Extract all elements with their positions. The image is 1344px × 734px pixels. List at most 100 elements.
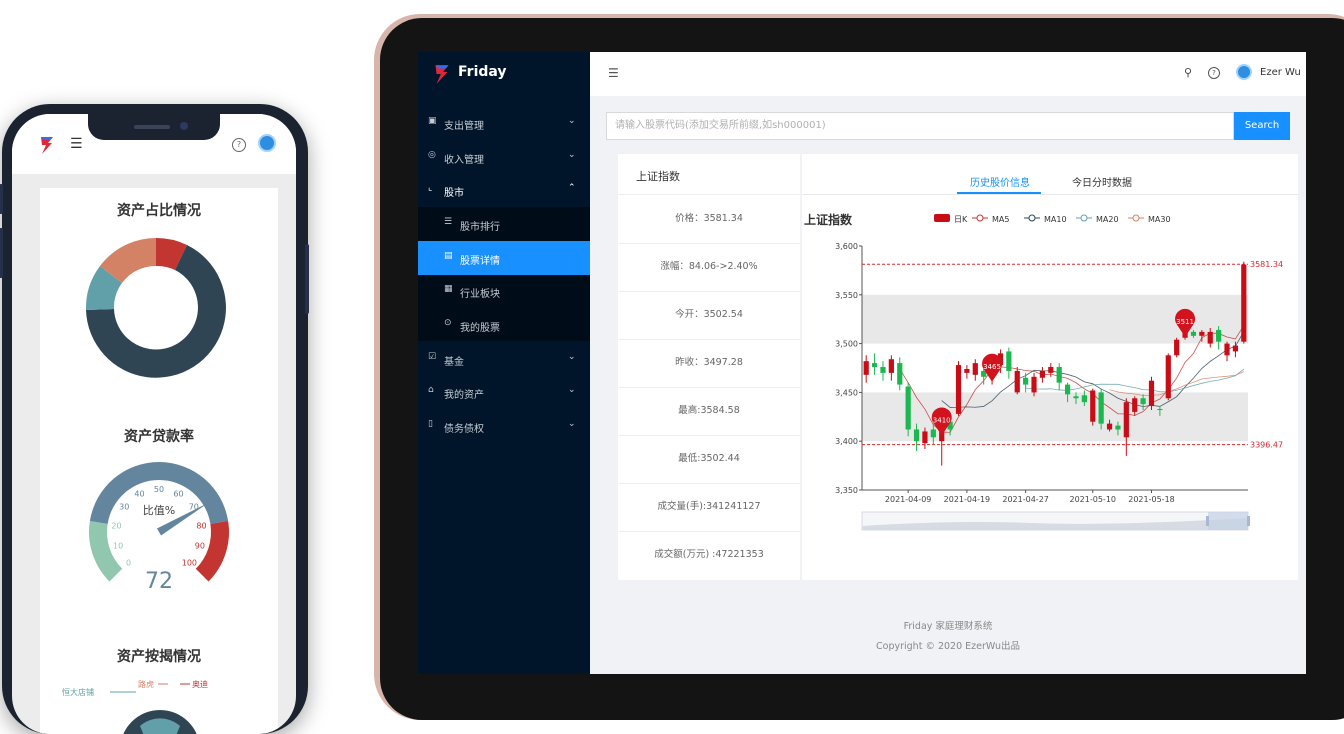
mortgage-label: 奥迪 [192, 679, 208, 689]
chevron-down-icon: ⌄ [568, 150, 576, 160]
sidebar-item-label: 支出管理 [444, 121, 484, 132]
candle-body [1123, 402, 1129, 438]
brand-name: Friday [458, 64, 507, 80]
loan-ratio-title: 资产贷款率 [124, 429, 194, 445]
sidebar-item-income[interactable]: ◎ 收入管理 ⌄ [418, 140, 590, 174]
profile-icon: ▤ [444, 251, 453, 261]
sidebar-item-stock-ranking[interactable]: ☰ 股市排行 [418, 207, 590, 241]
user-name[interactable]: Ezer Wu [1260, 67, 1301, 78]
stock-name: 上证指数 [636, 170, 680, 183]
candle-body [1081, 395, 1087, 403]
candle-body [1098, 392, 1104, 424]
phone-dashboard-card: 资产占比情况 资产贷款率 0 10 20 30 40 50 60 70 80 90 100 比值% 72… [40, 188, 278, 734]
phone-side-button [0, 228, 3, 278]
candle-body [1056, 367, 1062, 383]
chart-panel: 历史股价信息 今日分时数据 上证指数 日K MA5 MA10 MA20 MA30 3,350… [802, 154, 1298, 580]
mortgage-title: 资产按揭情况 [117, 649, 201, 665]
help-icon[interactable]: ? [232, 138, 246, 152]
candle-body [1140, 398, 1146, 405]
stock-info-header: 上证指数 [618, 154, 800, 195]
gauge-label: 比值% [143, 504, 175, 517]
kline-chart: 上证指数 日K MA5 MA10 MA20 MA30 3,350 3,400 3,450 3,50… [804, 212, 1283, 531]
candle-body [1157, 408, 1163, 410]
candle-body [1106, 423, 1113, 430]
sidebar-item-expenses[interactable]: ▣ 支出管理 ⌄ [418, 106, 590, 140]
candle-body [1006, 351, 1012, 371]
chevron-down-icon: ⌄ [568, 385, 576, 395]
sidebar-item-assets[interactable]: ⌂ 我的资产 ⌄ [418, 375, 590, 409]
menu-fold-icon[interactable]: ☰ [70, 136, 83, 152]
fund-icon: ☑ [428, 352, 437, 362]
ma-line [1109, 371, 1244, 396]
footer-system-name: Friday 家庭理财系统 [903, 621, 993, 632]
chevron-down-icon: ⌄ [568, 419, 576, 429]
legend-swatch [1080, 214, 1088, 222]
sidebar-item-label: 股市 [444, 188, 464, 199]
loan-ratio-gauge: 0102030405060708090100比值%72 [89, 462, 229, 594]
gauge-tick-label: 0 [126, 558, 131, 567]
sidebar-item-label: 行业板块 [460, 289, 500, 300]
sidebar-item-fund[interactable]: ☑ 基金 ⌄ [418, 342, 590, 376]
candle-body [922, 431, 928, 444]
chevron-down-icon: ⌄ [568, 352, 576, 362]
search-icon[interactable]: ⚲ [1184, 66, 1192, 79]
avatar[interactable] [1236, 64, 1252, 80]
sidebar-item-label: 股票详情 [460, 256, 500, 267]
avatar[interactable] [258, 134, 276, 152]
chart-line-icon: ⌞ [428, 183, 433, 193]
search-button[interactable]: Search [1234, 112, 1290, 140]
candle-body [1064, 384, 1071, 395]
tablet-screen: Friday ▣ 支出管理 ⌄ ◎ 收入管理 ⌄ ⌞ 股市 ⌃ ☰ 股市排行 ▤… [418, 52, 1306, 674]
tab-intraday[interactable]: 今日分时数据 [1072, 174, 1132, 189]
mark-line-label: 3396.47 [1250, 441, 1283, 450]
mark-line-label: 3581.34 [1250, 260, 1283, 269]
x-tick-label: 2021-05-10 [1070, 495, 1117, 504]
candle-body [1039, 370, 1046, 378]
mark-point-label: 3511 [1176, 318, 1194, 326]
legend-label: MA5 [992, 215, 1009, 224]
stock-code-input[interactable]: 请输入股票代码(添加交易所前缀,如sh000001) [606, 112, 1234, 140]
ordered-list-icon: ☰ [444, 217, 453, 227]
gauge-tick-label: 20 [111, 521, 121, 530]
sidebar-item-debt[interactable]: ▯ 债务债权 ⌄ [418, 409, 590, 443]
gauge-value: 72 [145, 569, 173, 594]
y-tick-label: 3,600 [835, 242, 858, 251]
document-icon: ▯ [428, 419, 433, 429]
candle-body [1216, 329, 1222, 342]
candle-body [1224, 343, 1230, 356]
sidebar-item-stock-detail[interactable]: ▤ 股票详情 [418, 241, 590, 275]
candle-body [1090, 390, 1096, 422]
candle-body [1148, 380, 1155, 407]
stock-info-panel: 上证指数 价格：3581.34 涨幅：84.06->2.40% 今开：3502.… [618, 154, 800, 580]
mortgage-label: 路虎 [138, 679, 154, 689]
bank-icon: ⌂ [428, 385, 434, 395]
sidebar-item-industry[interactable]: ▦ 行业板块 [418, 274, 590, 308]
info-low: 最低:3502.44 [618, 435, 800, 484]
star-circle-icon: ⊙ [444, 318, 452, 328]
candle-body [1014, 370, 1020, 393]
x-tick-label: 2021-04-19 [944, 495, 991, 504]
friday-logo-icon [435, 65, 449, 84]
sidebar-item-my-stocks[interactable]: ⊙ 我的股票 [418, 308, 590, 342]
asset-ratio-title: 资产占比情况 [117, 203, 201, 219]
y-tick-label: 3,350 [835, 486, 858, 495]
candle-body [964, 368, 970, 373]
chevron-up-icon: ⌃ [568, 183, 576, 193]
phone-side-button [0, 184, 3, 214]
legend-label: MA30 [1148, 215, 1171, 224]
candle-body [1023, 377, 1029, 385]
chart-band [862, 392, 1248, 442]
header-bar: ☰ ⚲ ? Ezer Wu [590, 52, 1306, 96]
tab-history[interactable]: 历史股价信息 [970, 174, 1030, 189]
candle-body [1132, 398, 1138, 412]
gauge-tick-label: 10 [113, 541, 123, 550]
x-tick-label: 2021-04-09 [885, 495, 932, 504]
sidebar-item-stock[interactable]: ⌞ 股市 ⌃ [418, 173, 590, 207]
info-change: 涨幅：84.06->2.40% [618, 243, 800, 292]
help-icon[interactable]: ? [1208, 67, 1220, 79]
appstore-icon: ▦ [444, 284, 453, 294]
menu-fold-icon[interactable]: ☰ [608, 66, 619, 80]
candle-body [1073, 396, 1079, 399]
phone-screen: ☰ ? 资产占比情况 资产贷款率 0 10 20 30 40 50 60 70 80 90 100 比… [12, 114, 296, 734]
candle-body [913, 429, 920, 442]
